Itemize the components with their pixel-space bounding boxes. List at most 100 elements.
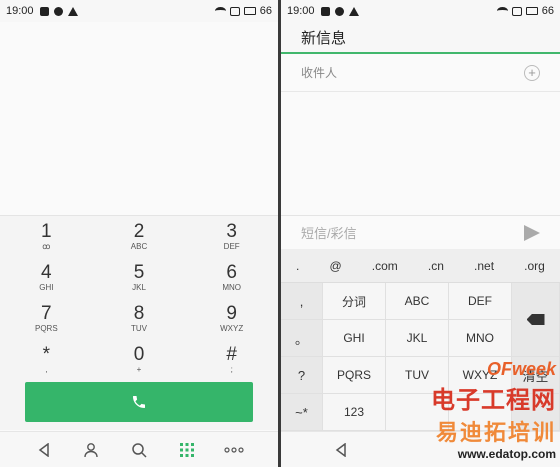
contacts-icon[interactable] [79,438,103,462]
key-letters: DEF [223,241,240,251]
dial-display [0,22,278,215]
symbol-key[interactable]: . [296,259,299,273]
voicemail-icon: ꝏ [42,241,51,251]
add-contact-icon[interactable]: + [524,64,540,81]
wifi-icon [214,7,226,15]
key-digit: 2 [133,220,145,242]
key-digit: 1 [41,220,52,242]
dialpad: 1ꝏ 2 ABC 3 DEF 4 GHI 5 JKL 6 MNO 7 PQRS 8 TUV 9… [0,215,278,430]
key-0[interactable]: 0 + [93,339,186,380]
backspace-icon [526,314,545,325]
symbol-key[interactable]: .cn [428,259,444,273]
call-button[interactable] [25,382,253,422]
key-1[interactable]: 1ꝏ [0,216,93,257]
symbol-key[interactable]: .net [474,259,494,273]
key-digit: 8 [133,302,145,324]
key-letters: TUV [131,323,147,333]
status-time: 19:00 [6,5,34,17]
dialpad-icon[interactable] [175,438,199,462]
key-2[interactable]: 2 ABC [93,216,186,257]
key-6[interactable]: 6 MNO [185,257,278,298]
key-jkl[interactable]: JKL [386,320,449,357]
sim-icon [229,6,240,16]
symbol-key[interactable]: .org [524,259,545,273]
comma-key[interactable]: , [281,283,323,320]
lang-key[interactable] [449,394,512,431]
symbol-key[interactable]: @ [330,259,342,273]
key-fenci[interactable]: 分词 [323,283,386,320]
key-3[interactable]: 3 DEF [185,216,278,257]
symbols-key[interactable]: ~* [281,394,323,431]
key-letters: ; [230,364,233,374]
back-icon[interactable] [329,438,353,462]
check-notification-icon [53,6,63,16]
key-def[interactable]: DEF [449,283,512,320]
back-icon[interactable] [32,438,56,462]
navigation-bar [281,431,560,467]
battery-level: 66 [259,5,272,17]
status-bar: 19:00 66 [281,0,560,22]
keyboard: . @ .com .cn .net .org , 分词 ABC DEF 。 GH… [281,249,560,431]
key-letters: MNO [222,282,242,292]
enter-key[interactable] [512,394,560,431]
search-icon[interactable] [127,438,151,462]
phone-icon [133,396,145,408]
period-key[interactable]: 。 [281,320,323,357]
battery-icon [243,7,256,15]
key-letters: WXYZ [220,323,244,333]
warning-icon [67,6,78,16]
key-digit: 5 [133,261,145,283]
numbers-key[interactable]: 123 [323,394,386,431]
key-4[interactable]: 4 GHI [0,257,93,298]
more-icon[interactable] [222,438,246,462]
key-digit: 3 [226,220,237,242]
backspace-key[interactable] [512,283,560,357]
key-digit: * [42,343,51,365]
key-letters: ABC [130,241,148,251]
key-letters: JKL [132,282,146,292]
recipient-label: 收件人 [301,66,338,80]
key-star[interactable]: *, [0,339,93,380]
key-letters: , [45,364,48,374]
symbol-row: . @ .com .cn .net .org [281,249,560,283]
warning-icon [348,6,359,16]
key-pqrs[interactable]: PQRS [323,357,386,394]
key-letters: GHI [39,282,54,292]
status-time: 19:00 [287,5,315,17]
key-abc[interactable]: ABC [386,283,449,320]
key-8[interactable]: 8 TUV [93,298,186,339]
key-tuv[interactable]: TUV [386,357,449,394]
compose-field[interactable]: 短信/彩信 [281,215,560,249]
key-digit: # [226,343,237,365]
key-9[interactable]: 9 WXYZ [185,298,278,339]
key-wxyz[interactable]: WXYZ [449,357,512,394]
navigation-bar [0,431,278,467]
check-notification-icon [334,6,344,16]
key-letters: PQRS [35,323,58,333]
page-title: 新信息 [281,22,560,54]
key-digit: 6 [226,261,237,283]
key-digit: 9 [226,302,237,324]
question-key[interactable]: ? [281,357,323,394]
symbol-key[interactable]: .com [372,259,398,273]
image-notification-icon [39,6,49,16]
dialer-screen: 19:00 66 1ꝏ 2 ABC 3 DEF 4 GHI 5 JKL 6 MNO 7 PQ… [0,0,278,467]
sim-icon [511,6,522,16]
image-notification-icon [320,6,330,16]
key-ghi[interactable]: GHI [323,320,386,357]
send-icon[interactable] [524,224,540,241]
key-digit: 7 [41,302,52,324]
key-hash[interactable]: #; [185,339,278,380]
new-message-screen: 19:00 66 新信息 收件人 + 短信/彩信 . @ .com .cn .n… [281,0,560,467]
key-5[interactable]: 5 JKL [93,257,186,298]
battery-icon [525,7,538,15]
key-letters: + [136,364,142,374]
clear-key[interactable]: 清空 [512,357,560,394]
compose-placeholder: 短信/彩信 [301,226,357,241]
key-7[interactable]: 7 PQRS [0,298,93,339]
key-mno[interactable]: MNO [449,320,512,357]
space-key[interactable] [386,394,449,431]
recipient-field[interactable]: 收件人 + [281,54,560,92]
battery-level: 66 [541,5,554,17]
key-digit: 4 [41,261,52,283]
